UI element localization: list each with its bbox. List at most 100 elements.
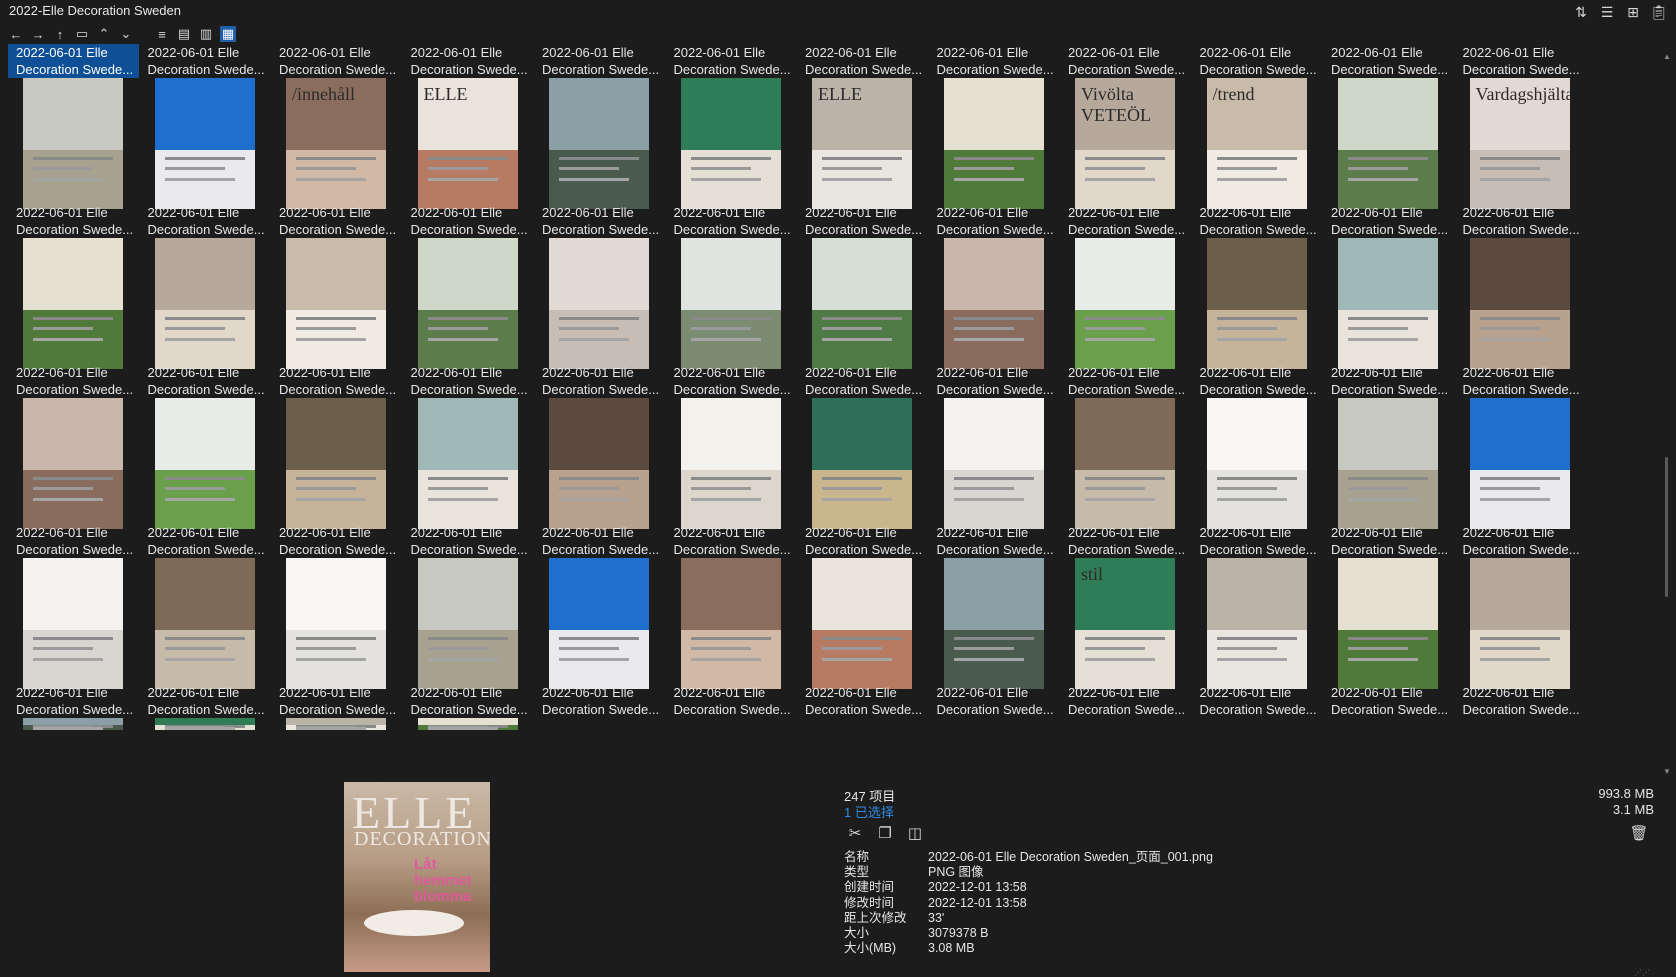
thumbnail-image[interactable]: ELLE	[812, 78, 912, 209]
file-item[interactable]: 2022-06-01 Elle Decoration Swede...	[534, 204, 665, 238]
thumbnail-image[interactable]	[549, 238, 649, 369]
file-item[interactable]: 2022-06-01 Elle Decoration Swede...	[929, 44, 1060, 78]
file-item[interactable]: 2022-06-01 Elle Decoration Swede...	[1192, 44, 1323, 78]
file-item[interactable]: 2022-06-01 Elle Decoration Swede...	[8, 684, 139, 718]
thumbnail-image[interactable]	[1075, 238, 1175, 369]
thumbnail-image[interactable]	[286, 718, 386, 730]
thumbnail-image[interactable]	[154, 78, 255, 209]
file-item[interactable]: 2022-06-01 Elle Decoration Swede...	[1192, 204, 1323, 238]
thumbnail-image[interactable]: /innehåll	[286, 78, 386, 209]
tiles-view-icon[interactable]: ▥	[198, 26, 214, 42]
file-item[interactable]: 2022-06-01 Elle Decoration Swede...	[534, 684, 665, 718]
file-item[interactable]: 2022-06-01 Elle Decoration Swede...	[403, 364, 534, 398]
file-item[interactable]: 2022-06-01 Elle Decoration Swede...	[1060, 44, 1191, 78]
thumbnail-image[interactable]	[1469, 238, 1570, 369]
file-item[interactable]: 2022-06-01 Elle Decoration Swede...	[666, 44, 797, 78]
file-item[interactable]: 2022-06-01 Elle Decoration Swede...	[1323, 684, 1454, 718]
file-item[interactable]: 2022-06-01 Elle Decoration Swede...	[797, 684, 928, 718]
file-item[interactable]: 2022-06-01 Elle Decoration Swede...	[140, 364, 271, 398]
scroll-up-icon[interactable]: ▲	[1662, 52, 1672, 62]
file-item[interactable]: 2022-06-01 Elle Decoration Swede...	[403, 684, 534, 718]
back-icon[interactable]: ←	[8, 26, 24, 42]
file-item[interactable]: 2022-06-01 Elle Decoration Swede...	[1192, 684, 1323, 718]
thumbnail-image[interactable]	[1338, 398, 1438, 529]
delete-icon[interactable]: 🗑︎	[1629, 824, 1648, 842]
paste-icon[interactable]: ◫	[906, 824, 924, 842]
file-item[interactable]: 2022-06-01 Elle Decoration Swede...	[1192, 524, 1323, 558]
thumbnail-image[interactable]	[680, 398, 781, 529]
file-item[interactable]: 2022-06-01 Elle Decoration Swede...	[534, 44, 665, 78]
folder-icon[interactable]: ▭	[74, 26, 90, 42]
file-item[interactable]: 2022-06-01 Elle Decoration Swede...	[1060, 204, 1191, 238]
thumbnail-image[interactable]: /trend	[1206, 78, 1307, 209]
thumbnail-image[interactable]	[1206, 238, 1307, 369]
file-item[interactable]: 2022-06-01 Elle Decoration Swede...	[8, 364, 139, 398]
thumbnail-image[interactable]	[154, 238, 255, 369]
file-item[interactable]: 2022-06-01 Elle Decoration Swede...	[929, 364, 1060, 398]
sort-icon[interactable]: ⇅	[1572, 3, 1590, 21]
thumbnail-image[interactable]	[417, 238, 518, 369]
file-item[interactable]: 2022-06-01 Elle Decoration Swede...	[929, 204, 1060, 238]
file-item[interactable]: 2022-06-01 Elle Decoration Swede...	[666, 524, 797, 558]
cut-icon[interactable]: ✂	[846, 824, 864, 842]
thumbnail-image[interactable]	[1206, 398, 1307, 529]
file-item[interactable]: 2022-06-01 Elle Decoration Swede...	[1455, 204, 1586, 238]
file-item[interactable]: 2022-06-01 Elle Decoration Swede...	[1455, 524, 1586, 558]
file-item[interactable]: 2022-06-01 Elle Decoration Swede...	[403, 204, 534, 238]
scroll-thumb[interactable]	[1665, 457, 1668, 597]
thumbnail-image[interactable]	[680, 238, 781, 369]
thumbnail-image[interactable]	[417, 398, 518, 529]
file-item[interactable]: 2022-06-01 Elle Decoration Swede...	[8, 524, 139, 558]
file-item[interactable]: 2022-06-01 Elle Decoration Swede...	[8, 204, 139, 238]
new-window-icon[interactable]: ⊞	[1624, 3, 1642, 21]
forward-icon[interactable]: →	[30, 26, 46, 42]
file-item[interactable]: 2022-06-01 Elle Decoration Swede...	[797, 204, 928, 238]
file-item[interactable]: 2022-06-01 Elle Decoration Swede...	[666, 364, 797, 398]
thumbnail-image[interactable]	[812, 558, 912, 689]
file-item[interactable]: 2022-06-01 Elle Decoration Swede...	[797, 364, 928, 398]
properties-icon[interactable]: ☰	[1598, 3, 1616, 21]
thumbnail-image[interactable]	[1469, 398, 1570, 529]
thumbnail-image[interactable]	[549, 398, 649, 529]
thumbnail-image[interactable]	[943, 238, 1044, 369]
thumbnail-image[interactable]	[23, 238, 123, 369]
thumbnail-image[interactable]	[943, 558, 1044, 689]
resize-grip-icon[interactable]: ⋰⋰	[1634, 968, 1650, 977]
file-item[interactable]: 2022-06-01 Elle Decoration Swede...	[666, 204, 797, 238]
list-view-icon[interactable]: ≡	[154, 26, 170, 42]
thumbnail-image[interactable]	[1469, 558, 1570, 689]
thumbnail-image[interactable]	[417, 718, 518, 730]
collapse-icon[interactable]: ⌃	[96, 26, 112, 42]
file-item[interactable]: 2022-06-01 Elle Decoration Swede...	[271, 44, 402, 78]
thumbnail-image[interactable]	[812, 398, 912, 529]
file-item[interactable]: 2022-06-01 Elle Decoration Swede...	[929, 684, 1060, 718]
details-view-icon[interactable]: ▤	[176, 26, 192, 42]
thumbnail-image[interactable]	[23, 718, 123, 730]
file-item[interactable]: 2022-06-01 Elle Decoration Swede...	[797, 44, 928, 78]
thumbnail-image[interactable]	[286, 558, 386, 689]
file-item[interactable]: 2022-06-01 Elle Decoration Swede...	[1323, 364, 1454, 398]
up-icon[interactable]: ↑	[52, 26, 68, 42]
file-item[interactable]: 2022-06-01 Elle Decoration Swede...	[140, 524, 271, 558]
file-item[interactable]: 2022-06-01 Elle Decoration Swede...	[1455, 44, 1586, 78]
file-item[interactable]: 2022-06-01 Elle Decoration Swede...	[534, 524, 665, 558]
file-item[interactable]: 2022-06-01 Elle Decoration Swede...	[271, 684, 402, 718]
file-item[interactable]: 2022-06-01 Elle Decoration Swede...	[403, 44, 534, 78]
thumbnail-image[interactable]	[286, 238, 386, 369]
thumbnail-image[interactable]: ELLE	[417, 78, 518, 209]
file-item[interactable]: 2022-06-01 Elle Decoration Swede...	[140, 684, 271, 718]
file-item[interactable]: 2022-06-01 Elle Decoration Swede...	[271, 524, 402, 558]
thumbnail-image[interactable]	[23, 78, 123, 209]
file-item[interactable]: 2022-06-01 Elle Decoration Swede...	[1455, 364, 1586, 398]
thumbnail-image[interactable]	[549, 558, 649, 689]
file-item[interactable]: 2022-06-01 Elle Decoration Swede...	[140, 44, 271, 78]
file-item[interactable]: 2022-06-01 Elle Decoration Swede...	[8, 44, 139, 78]
thumbnail-image[interactable]	[286, 398, 386, 529]
file-item[interactable]: 2022-06-01 Elle Decoration Swede...	[534, 364, 665, 398]
file-item[interactable]: 2022-06-01 Elle Decoration Swede...	[403, 524, 534, 558]
thumbnail-image[interactable]	[23, 398, 123, 529]
clipboard-icon[interactable]: 📋︎	[1650, 3, 1668, 21]
file-item[interactable]: 2022-06-01 Elle Decoration Swede...	[666, 684, 797, 718]
file-item[interactable]: 2022-06-01 Elle Decoration Swede...	[1060, 364, 1191, 398]
thumbnail-image[interactable]	[812, 238, 912, 369]
